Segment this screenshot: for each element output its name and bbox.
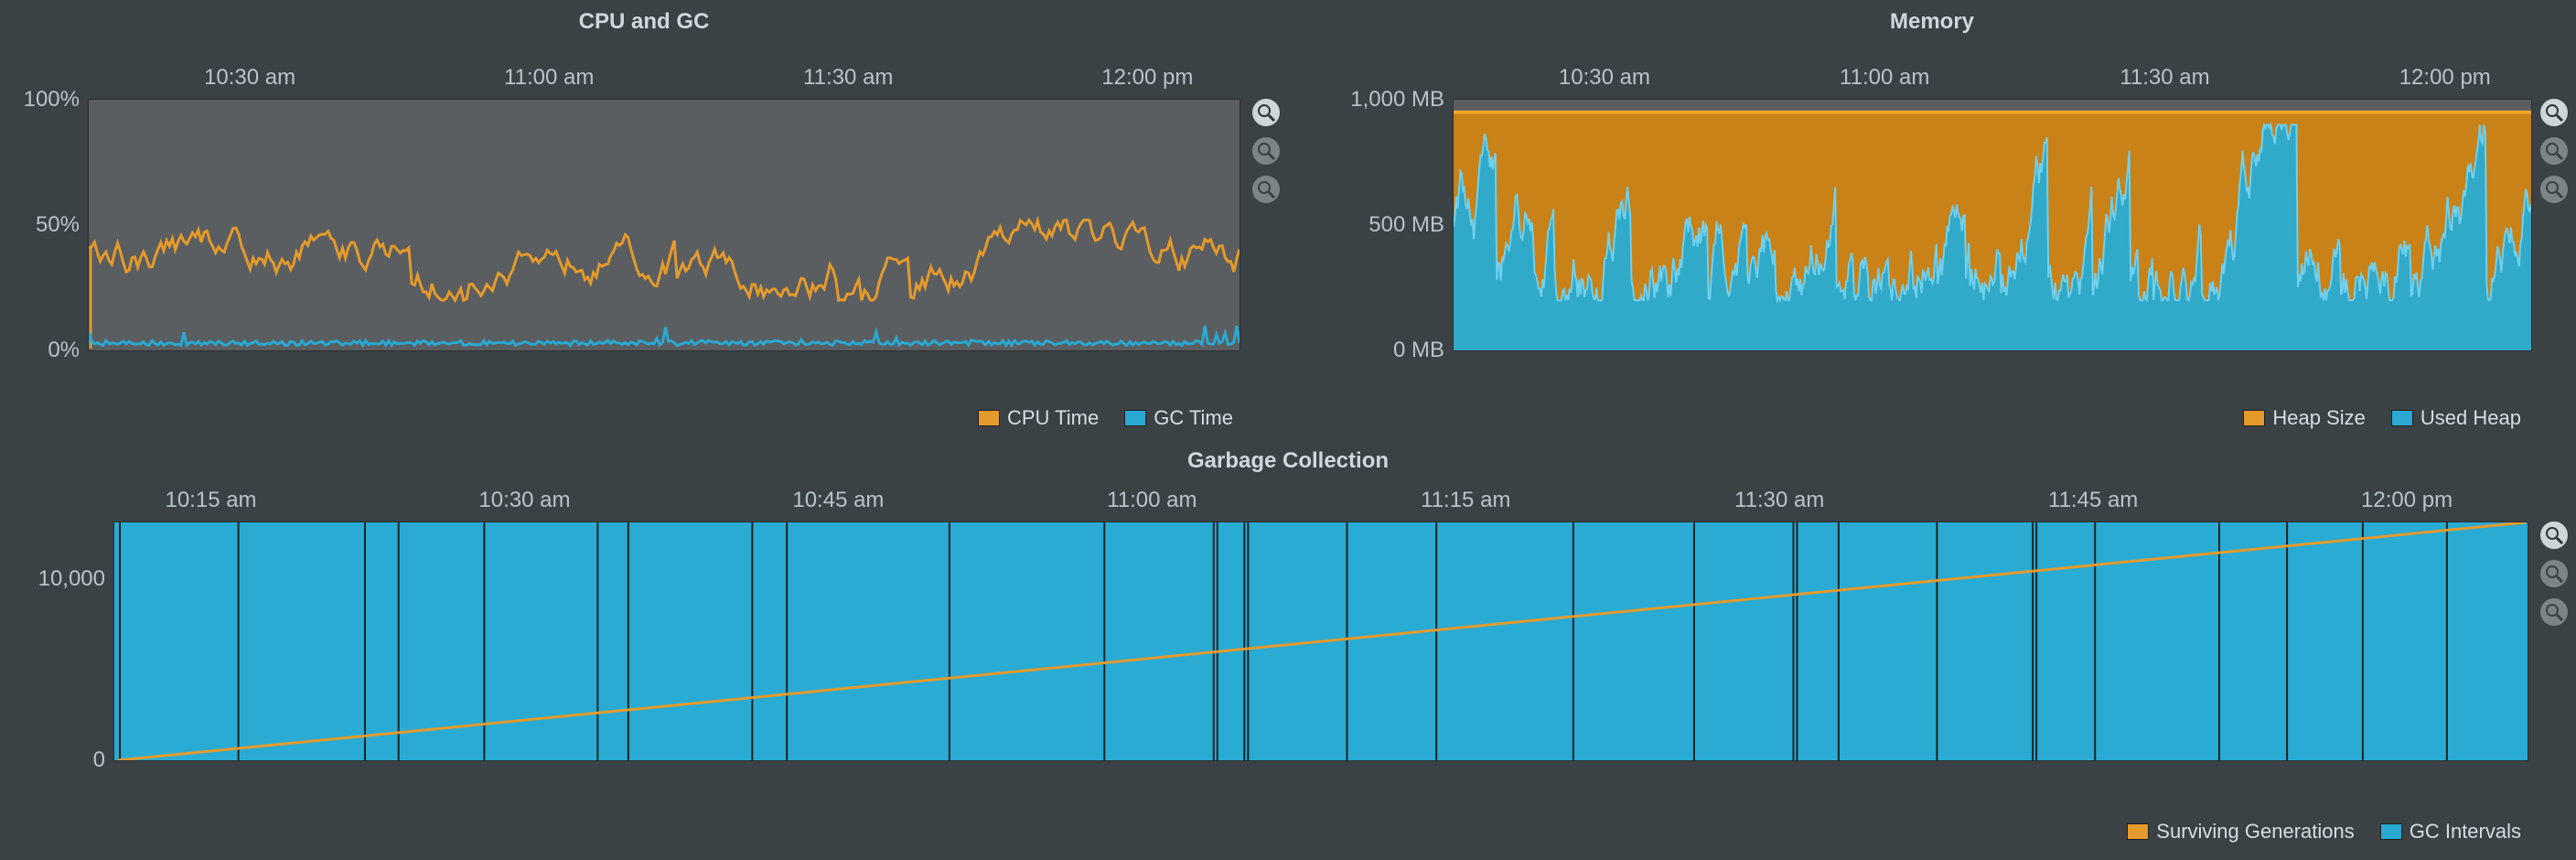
cpu-legend-label-1: GC Time — [1154, 406, 1233, 430]
memory-legend-heap-size: Heap Size — [2243, 406, 2366, 430]
cpu-legend-cpu-time: CPU Time — [978, 406, 1099, 430]
gc-legend: Surviving Generations GC Intervals — [2127, 820, 2521, 844]
gc-plot-svg — [114, 522, 2528, 760]
memory-zoom-fit-button[interactable] — [2540, 99, 2568, 126]
gc-x-tick-2: 10:45 am — [792, 488, 884, 513]
gc-x-tick-3: 11:00 am — [1107, 488, 1197, 513]
memory-chart-title: Memory — [1288, 0, 2576, 37]
gc-y-tick-10000: 10,000 — [38, 566, 105, 592]
legend-swatch-cyan — [1124, 410, 1146, 426]
memory-zoom-out-button[interactable] — [2540, 176, 2568, 203]
magnifier-plus-icon — [2544, 564, 2564, 584]
cpu-chart-title: CPU and GC — [0, 0, 1288, 37]
mem-y-tick-500: 500 MB — [1368, 212, 1444, 238]
gc-zoom-out-button[interactable] — [2540, 598, 2568, 626]
mem-y-tick-0: 0 MB — [1393, 338, 1444, 363]
memory-zoom-in-button[interactable] — [2540, 137, 2568, 165]
mem-x-tick-0: 10:30 am — [1559, 65, 1650, 91]
legend-swatch-cyan — [2391, 410, 2413, 426]
cpu-plot-svg — [89, 100, 1240, 350]
cpu-zoom-fit-button[interactable] — [1252, 99, 1280, 126]
magnifier-minus-icon — [1256, 179, 1276, 199]
magnifier-icon — [2544, 525, 2564, 545]
cpu-legend-label-0: CPU Time — [1007, 406, 1099, 430]
gc-legend-intervals: GC Intervals — [2380, 820, 2521, 844]
magnifier-minus-icon — [2544, 179, 2564, 199]
gc-legend-label-1: GC Intervals — [2410, 820, 2521, 844]
magnifier-icon — [1256, 102, 1276, 123]
cpu-plot-area[interactable]: 0% 50% 100% 10:30 am 11:00 am 11:30 am 1… — [88, 99, 1240, 351]
memory-zoom-controls — [2538, 99, 2571, 203]
gc-legend-surviving: Surviving Generations — [2127, 820, 2354, 844]
cpu-y-tick-50: 50% — [36, 212, 80, 238]
gc-chart-panel: Garbage Collection — [0, 439, 2576, 860]
gc-x-tick-5: 11:30 am — [1734, 488, 1824, 513]
memory-legend: Heap Size Used Heap — [2243, 406, 2521, 430]
cpu-y-tick-100: 100% — [24, 87, 80, 113]
mem-x-tick-3: 12:00 pm — [2399, 65, 2491, 91]
gc-zoom-in-button[interactable] — [2540, 560, 2568, 587]
mem-x-tick-2: 11:30 am — [2120, 65, 2209, 91]
gc-x-tick-0: 10:15 am — [165, 488, 256, 513]
cpu-zoom-in-button[interactable] — [1252, 137, 1280, 165]
cpu-y-tick-0: 0% — [48, 338, 80, 363]
gc-legend-label-0: Surviving Generations — [2156, 820, 2354, 844]
gc-x-tick-1: 10:30 am — [478, 488, 570, 513]
gc-x-tick-7: 12:00 pm — [2361, 488, 2453, 513]
magnifier-icon — [2544, 102, 2564, 123]
mem-y-tick-1000: 1,000 MB — [1350, 87, 1444, 113]
memory-legend-used-heap: Used Heap — [2391, 406, 2521, 430]
gc-chart-title: Garbage Collection — [0, 439, 2576, 476]
cpu-x-tick-1: 11:00 am — [504, 65, 594, 91]
mem-legend-label-0: Heap Size — [2272, 406, 2366, 430]
gc-zoom-controls — [2538, 521, 2571, 626]
gc-zoom-fit-button[interactable] — [2540, 521, 2568, 549]
cpu-legend: CPU Time GC Time — [978, 406, 1233, 430]
magnifier-plus-icon — [1256, 141, 1276, 161]
profiler-dashboard: CPU and GC — [0, 0, 2576, 860]
cpu-x-tick-2: 11:30 am — [803, 65, 893, 91]
mem-legend-label-1: Used Heap — [2420, 406, 2521, 430]
memory-chart-panel: Memory — [1288, 0, 2576, 439]
cpu-zoom-out-button[interactable] — [1252, 176, 1280, 203]
cpu-x-tick-3: 12:00 pm — [1101, 65, 1193, 91]
gc-x-tick-6: 11:45 am — [2048, 488, 2138, 513]
magnifier-plus-icon — [2544, 141, 2564, 161]
cpu-legend-gc-time: GC Time — [1124, 406, 1233, 430]
magnifier-minus-icon — [2544, 602, 2564, 622]
legend-swatch-orange — [2127, 823, 2149, 840]
gc-y-tick-0: 0 — [93, 747, 105, 773]
cpu-zoom-controls — [1250, 99, 1283, 203]
memory-plot-area[interactable]: 0 MB 500 MB 1,000 MB 10:30 am 11:00 am 1… — [1453, 99, 2532, 351]
legend-swatch-cyan — [2380, 823, 2402, 840]
mem-x-tick-1: 11:00 am — [1840, 65, 1929, 91]
legend-swatch-orange — [2243, 410, 2265, 426]
memory-plot-svg — [1454, 100, 2531, 350]
cpu-chart-panel: CPU and GC — [0, 0, 1288, 439]
cpu-x-tick-0: 10:30 am — [204, 65, 295, 91]
legend-swatch-orange — [978, 410, 1000, 426]
gc-plot-area[interactable]: 0 10,000 10:15 am 10:30 am 10:45 am 11:0… — [113, 521, 2528, 761]
gc-x-tick-4: 11:15 am — [1421, 488, 1510, 513]
